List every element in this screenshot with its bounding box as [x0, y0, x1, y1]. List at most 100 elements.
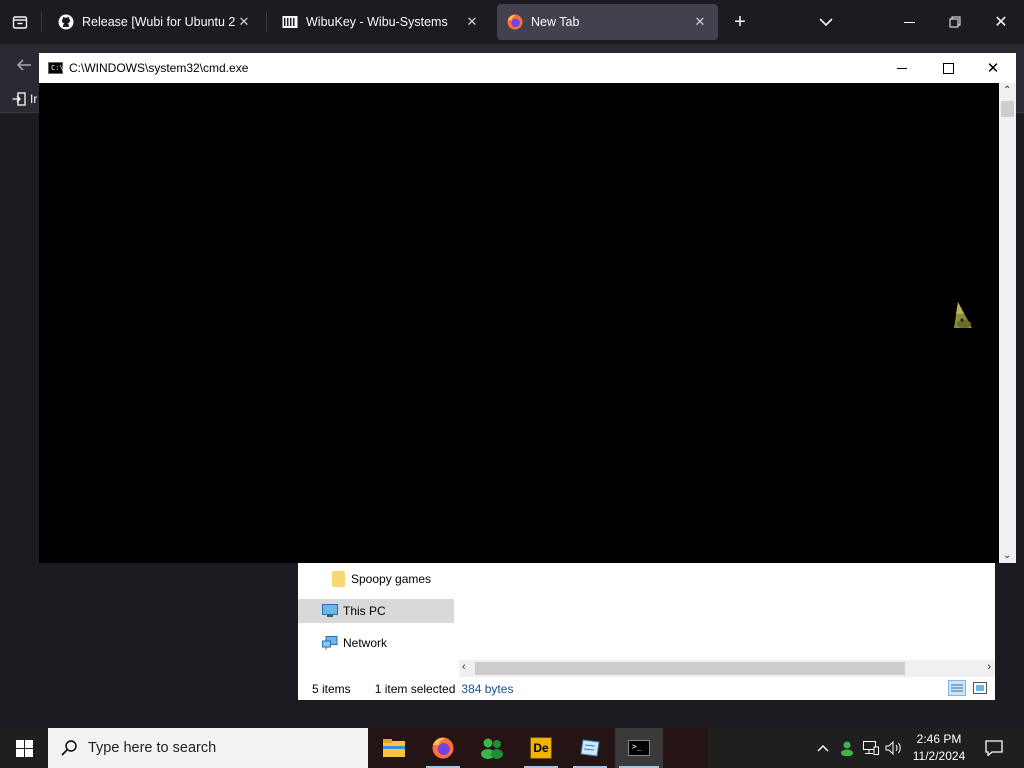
vertical-scrollbar[interactable]: ⌃ ⌄ — [999, 83, 1016, 563]
tab-new-tab[interactable]: New Tab ✕ — [497, 4, 718, 40]
clock-time: 2:46 PM — [916, 732, 962, 746]
cmd-minimize-button[interactable] — [879, 53, 925, 83]
volume-icon — [885, 741, 901, 755]
minimize-button[interactable] — [886, 0, 932, 44]
nav-item-label: Network — [343, 636, 388, 650]
maximize-icon — [942, 62, 954, 74]
import-bookmarks-button[interactable]: Ir — [12, 90, 37, 108]
new-tab-button[interactable]: + — [726, 8, 754, 36]
taskbar-messenger[interactable] — [468, 728, 516, 768]
tab-wubi-release[interactable]: Release [Wubi for Ubuntu 22.04 ✕ — [48, 4, 262, 40]
tab-label: WibuKey - Wibu-Systems — [306, 15, 448, 29]
scroll-left-icon[interactable]: ‹ — [462, 661, 466, 673]
close-icon[interactable]: ✕ — [236, 14, 252, 30]
chevron-down-icon — [819, 18, 833, 27]
taskbar-search-box[interactable]: Type here to search — [48, 728, 368, 768]
search-placeholder: Type here to search — [88, 740, 217, 756]
cmd-title-bar[interactable]: C:\ C:\WINDOWS\system32\cmd.exe ✕ — [39, 53, 1016, 83]
scrollbar-thumb[interactable] — [475, 662, 905, 675]
wibukey-icon — [282, 14, 298, 30]
volume-tray-button[interactable] — [884, 738, 904, 758]
show-hidden-icons-button[interactable] — [814, 738, 832, 758]
file-explorer-window: Spoopy games This PC Network ‹ › 5 items… — [298, 562, 995, 700]
network-icon — [322, 636, 338, 650]
cmd-title: C:\WINDOWS\system32\cmd.exe — [69, 61, 249, 75]
computer-icon — [322, 604, 338, 618]
taskbar: Type here to search De >_ 2:46 PM 11/2/2… — [0, 728, 1024, 768]
tab-list-icon — [12, 16, 28, 29]
firefox-icon — [432, 737, 454, 759]
messenger-icon — [481, 738, 503, 759]
status-bar: 5 items 1 item selected 384 bytes — [298, 677, 995, 700]
tray-user-icon-button[interactable] — [838, 738, 856, 758]
tab-list-button[interactable] — [6, 8, 34, 36]
cmd-icon: C:\ — [48, 62, 64, 74]
cmd-close-button[interactable]: ✕ — [970, 53, 1016, 83]
clock-date: 11/2/2024 — [912, 749, 966, 763]
import-icon — [12, 92, 26, 106]
import-label: Ir — [30, 92, 38, 106]
scroll-down-icon[interactable]: ⌄ — [1003, 550, 1011, 561]
cmd-window[interactable]: C:\ C:\WINDOWS\system32\cmd.exe ✕ ⌃ ⌄ — [39, 53, 1016, 563]
nav-item-network[interactable]: Network — [298, 631, 454, 655]
scrollbar-thumb[interactable] — [1001, 101, 1014, 117]
close-icon[interactable]: ✕ — [464, 14, 480, 30]
folder-icon — [332, 571, 345, 587]
selection-size: 384 bytes — [461, 681, 514, 696]
windows-icon — [15, 739, 33, 757]
nav-item-spoopy-games[interactable]: Spoopy games — [298, 567, 454, 591]
notification-icon — [985, 740, 1003, 756]
network-icon — [863, 741, 879, 755]
taskbar-cmd[interactable]: >_ — [615, 728, 663, 768]
taskbar-file-explorer[interactable] — [370, 728, 418, 768]
search-icon — [61, 740, 77, 756]
app-de-icon: De — [530, 737, 552, 759]
nav-item-label: Spoopy games — [351, 572, 432, 586]
taskbar-notepad[interactable] — [566, 728, 614, 768]
restore-icon — [949, 16, 961, 28]
desktop-pet-sprite[interactable] — [952, 300, 976, 332]
tab-separator — [266, 12, 267, 32]
close-window-button[interactable]: ✕ — [978, 0, 1024, 44]
close-icon[interactable]: ✕ — [692, 14, 708, 30]
details-view-button[interactable] — [948, 680, 966, 696]
large-icons-view-button[interactable] — [972, 680, 988, 696]
cmd-maximize-button[interactable] — [925, 53, 971, 83]
arrow-left-icon — [16, 59, 31, 71]
tab-label: Release [Wubi for Ubuntu 22.04 — [82, 15, 236, 29]
user-status-icon — [841, 741, 853, 756]
scroll-up-icon[interactable]: ⌃ — [1003, 85, 1011, 96]
console-output[interactable] — [39, 83, 999, 563]
list-all-tabs-button[interactable] — [812, 8, 840, 36]
cmd-icon: >_ — [628, 740, 650, 756]
chevron-up-icon — [817, 745, 829, 752]
item-count: 5 items — [312, 681, 351, 696]
minimize-icon — [903, 21, 915, 23]
nav-item-label: This PC — [343, 604, 386, 618]
scroll-right-icon[interactable]: › — [987, 661, 991, 673]
tab-wibukey[interactable]: WibuKey - Wibu-Systems ✕ — [272, 4, 490, 40]
plus-icon: + — [734, 10, 746, 33]
tab-separator — [41, 12, 42, 32]
folder-icon — [383, 739, 405, 757]
minimize-icon — [897, 67, 907, 69]
close-icon: ✕ — [986, 60, 1000, 77]
large-icons-view-icon — [973, 682, 987, 694]
start-button[interactable] — [0, 728, 48, 768]
github-icon — [58, 14, 74, 30]
browser-tab-strip: Release [Wubi for Ubuntu 22.04 ✕ WibuKey… — [0, 0, 1024, 44]
close-icon: ✕ — [994, 14, 1008, 31]
clock[interactable]: 2:46 PM 11/2/2024 — [906, 731, 972, 765]
back-button[interactable] — [10, 52, 38, 78]
notifications-button[interactable] — [974, 728, 1014, 768]
notepad-icon — [580, 739, 600, 757]
nav-item-this-pc[interactable]: This PC — [298, 599, 454, 623]
selection-count: 1 item selected — [374, 681, 456, 696]
horizontal-scrollbar[interactable]: ‹ › — [459, 660, 995, 677]
tab-label: New Tab — [531, 15, 580, 29]
firefox-icon — [507, 14, 523, 30]
network-tray-button[interactable] — [862, 738, 880, 758]
taskbar-firefox[interactable] — [419, 728, 467, 768]
taskbar-dependency-app[interactable]: De — [517, 728, 565, 768]
restore-button[interactable] — [932, 0, 978, 44]
